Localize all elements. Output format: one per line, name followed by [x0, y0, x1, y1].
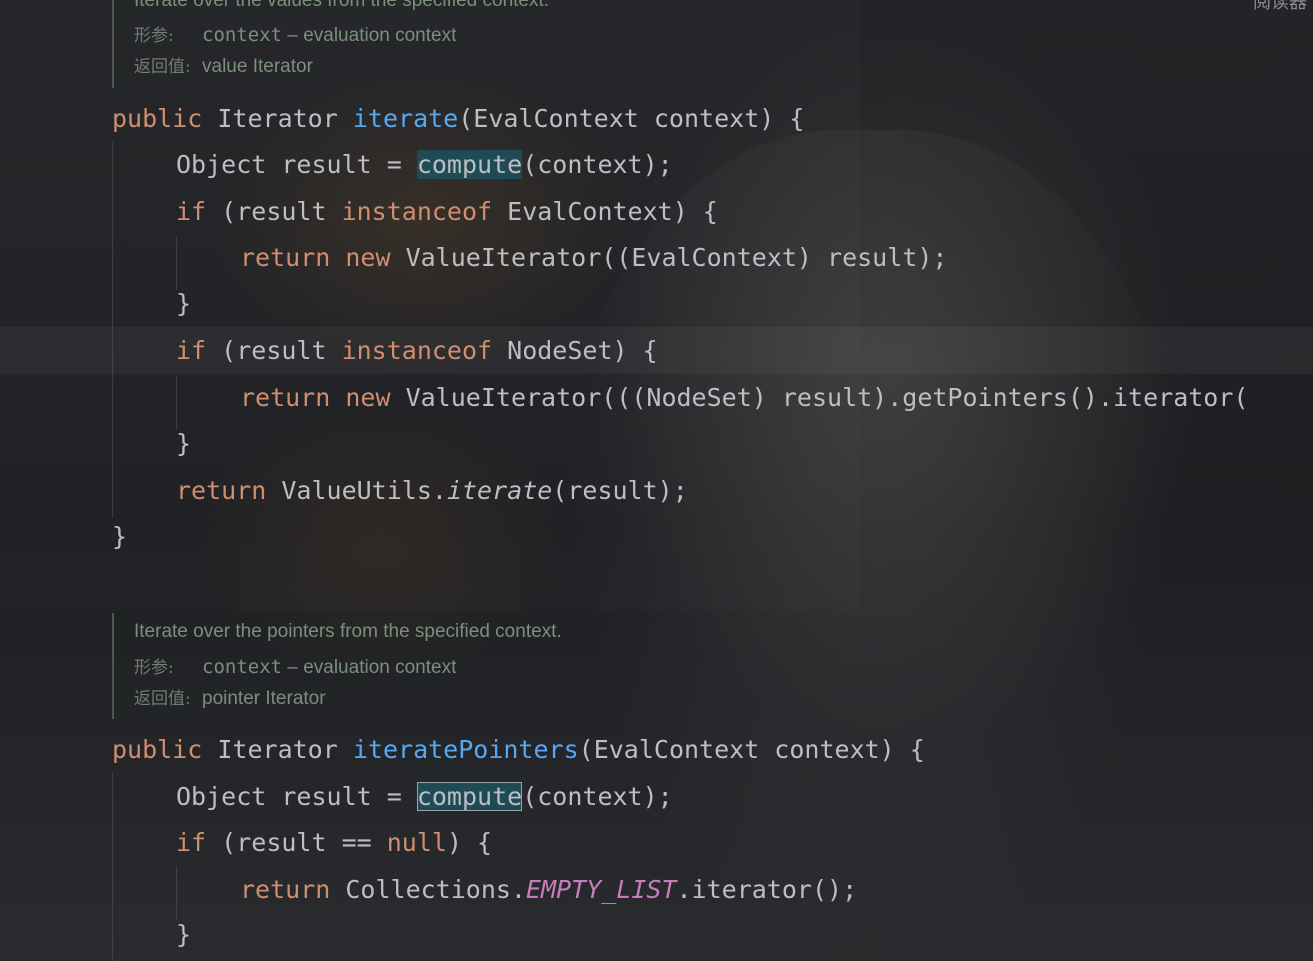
code-text: (result);	[552, 476, 688, 505]
code-text: Collections.	[330, 875, 526, 904]
code-editor[interactable]: 阅读器 Iterate over the values from the spe…	[0, 0, 1313, 961]
code-text: (context);	[522, 782, 673, 811]
code-line-method-signature[interactable]: public Iterator iteratePointers(EvalCont…	[112, 730, 925, 770]
code-text: .iterator();	[676, 875, 858, 904]
keyword-public: public	[112, 104, 203, 133]
keyword-if: if	[176, 197, 207, 226]
closing-brace: }	[176, 920, 192, 949]
doc-return-label: 返回值:	[134, 57, 191, 77]
compute-usage-highlight[interactable]: compute	[416, 150, 523, 179]
code-line[interactable]: return Collections.EMPTY_LIST.iterator()…	[240, 870, 857, 910]
code-text: (context);	[522, 150, 673, 179]
code-text: (result ==	[206, 828, 387, 857]
keyword-if: if	[176, 828, 207, 857]
code-text: ) {	[446, 828, 493, 857]
doc-param-label: 形参:	[134, 658, 174, 678]
doc-return-desc: value Iterator	[202, 56, 313, 77]
method-params: (EvalContext context) {	[578, 735, 925, 764]
doc-param-name: context	[202, 24, 283, 46]
code-text: ValueUtils.	[266, 476, 447, 505]
closing-brace: }	[176, 429, 192, 458]
code-text: Object result =	[176, 150, 417, 179]
code-text: Object result =	[176, 782, 417, 811]
method-params: (EvalContext context) {	[458, 104, 805, 133]
keyword-instanceof: instanceof	[341, 336, 493, 365]
keyword-null: null	[386, 828, 447, 857]
code-line[interactable]: Object result = compute(context);	[176, 145, 673, 185]
code-line[interactable]: }	[176, 915, 191, 955]
closing-brace: }	[176, 289, 192, 318]
static-field-empty-list[interactable]: EMPTY_LIST	[526, 875, 677, 904]
code-line-current[interactable]: if (result instanceof NodeSet) {	[176, 331, 658, 371]
code-text: ValueIterator((EvalContext) result);	[390, 243, 948, 272]
doc-return-label: 返回值:	[134, 689, 191, 709]
code-line[interactable]: if (result == null) {	[176, 823, 492, 863]
code-text: EvalContext) {	[492, 197, 718, 226]
keyword-return: return	[240, 875, 331, 904]
return-type[interactable]: Iterator	[217, 104, 337, 133]
keyword-new: new	[345, 383, 391, 412]
code-line-method-signature[interactable]: public Iterator iterate(EvalContext cont…	[112, 99, 804, 139]
indent-guide	[112, 142, 113, 518]
method-name-iterate-pointers[interactable]: iteratePointers	[353, 735, 579, 764]
doc-param-label: 形参:	[134, 26, 174, 46]
code-text: NodeSet) {	[492, 336, 658, 365]
doc-return-desc: pointer Iterator	[202, 688, 326, 709]
doc-return-row: 返回值: pointer Iterator	[134, 684, 326, 714]
code-line[interactable]: Object result = compute(context);	[176, 777, 673, 817]
method-name-iterate[interactable]: iterate	[353, 104, 458, 133]
keyword-instanceof: instanceof	[341, 197, 493, 226]
code-text: (result	[206, 336, 342, 365]
doc-comment-iterate-pointers: Iterate over the pointers from the speci…	[112, 613, 562, 719]
code-line[interactable]: }	[176, 284, 191, 324]
code-line[interactable]: return ValueUtils.iterate(result);	[176, 471, 688, 511]
keyword-public: public	[112, 735, 203, 764]
doc-param-name: context	[202, 656, 283, 678]
keyword-return: return	[240, 243, 331, 272]
code-line[interactable]: }	[176, 424, 191, 464]
doc-return-row: 返回值: value Iterator	[134, 52, 313, 82]
indent-guide	[112, 773, 113, 961]
closing-brace: }	[112, 522, 128, 551]
doc-summary: Iterate over the values from the specifi…	[134, 0, 550, 11]
background-panel	[0, 0, 860, 610]
compute-usage-highlight-selected[interactable]: compute	[416, 782, 523, 811]
doc-param-row: 形参: context – evaluation context	[134, 652, 456, 682]
code-line[interactable]: return new ValueIterator(((NodeSet) resu…	[240, 378, 1248, 418]
code-line[interactable]: if (result instanceof EvalContext) {	[176, 192, 718, 232]
doc-summary: Iterate over the pointers from the speci…	[134, 621, 562, 642]
indent-guide	[176, 236, 177, 290]
code-line[interactable]: return new ValueIterator((EvalContext) r…	[240, 238, 947, 278]
indent-guide	[176, 376, 177, 430]
doc-param-row: 形参: context – evaluation context	[134, 20, 456, 50]
code-text: (result	[206, 197, 342, 226]
static-call-iterate[interactable]: iterate	[447, 476, 552, 505]
keyword-new: new	[345, 243, 391, 272]
reader-mode-label[interactable]: 阅读器	[1253, 0, 1307, 14]
code-line[interactable]: }	[112, 517, 127, 557]
doc-param-desc: – evaluation context	[282, 25, 457, 46]
doc-comment-iterate: Iterate over the values from the specifi…	[112, 0, 549, 88]
code-text: ValueIterator(((NodeSet) result).getPoin…	[390, 383, 1249, 412]
keyword-return: return	[240, 383, 331, 412]
indent-guide	[176, 866, 177, 920]
keyword-if: if	[176, 336, 207, 365]
keyword-return: return	[176, 476, 267, 505]
doc-param-desc: – evaluation context	[282, 657, 457, 678]
return-type[interactable]: Iterator	[217, 735, 337, 764]
